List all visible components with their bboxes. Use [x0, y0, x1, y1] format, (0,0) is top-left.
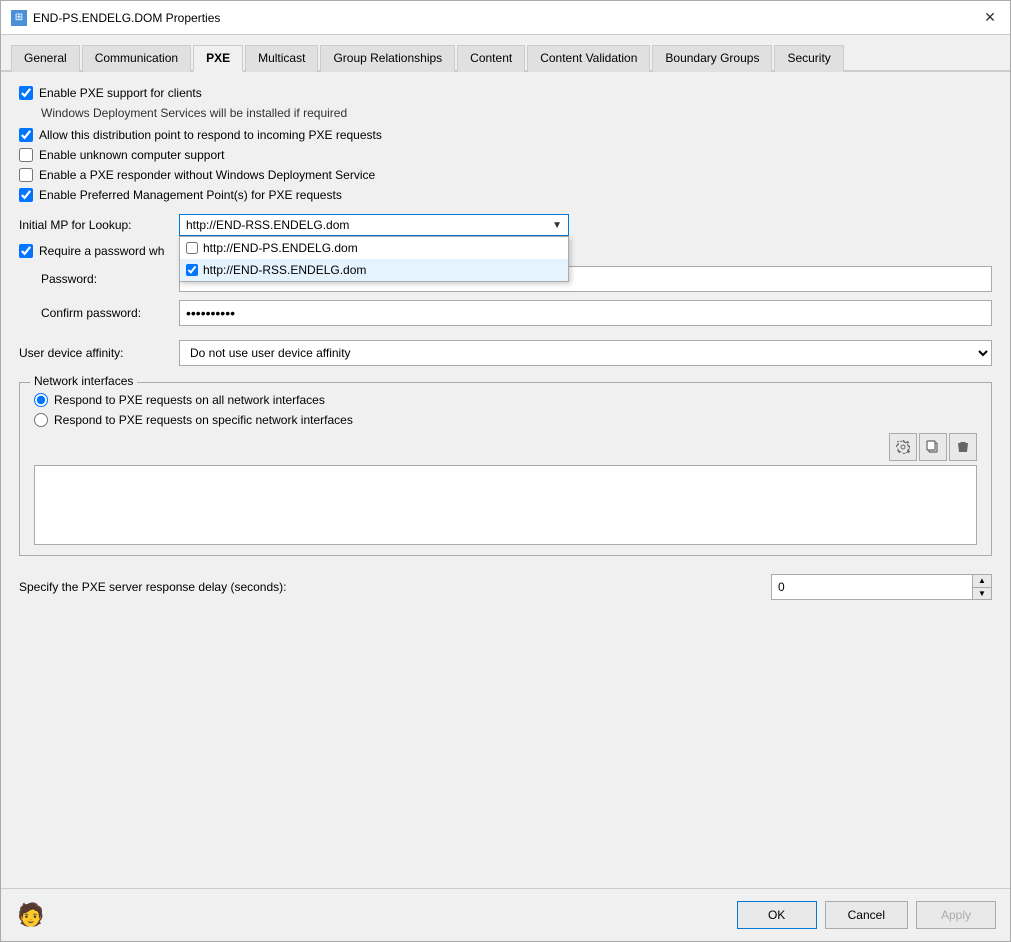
radio-all-label: Respond to PXE requests on all network i…	[54, 393, 325, 407]
copy-icon-btn[interactable]	[919, 433, 947, 461]
initial-mp-dropdown-list: http://END-PS.ENDELG.dom http://END-RSS.…	[179, 236, 569, 282]
delay-label: Specify the PXE server response delay (s…	[19, 580, 763, 594]
radio-specific-label: Respond to PXE requests on specific netw…	[54, 413, 353, 427]
title-bar: ⊞ END-PS.ENDELG.DOM Properties ✕	[1, 1, 1010, 35]
apply-button[interactable]: Apply	[916, 901, 996, 929]
user-affinity-label: User device affinity:	[19, 346, 179, 360]
enable-pxe-row: Enable PXE support for clients	[19, 86, 992, 100]
enable-preferred-label: Enable Preferred Management Point(s) for…	[39, 188, 342, 202]
pxe-content: Enable PXE support for clients Windows D…	[1, 72, 1010, 888]
enable-responder-checkbox[interactable]	[19, 168, 33, 182]
network-interfaces-group: Network interfaces Respond to PXE reques…	[19, 382, 992, 556]
tab-pxe[interactable]: PXE	[193, 45, 243, 72]
network-list	[34, 465, 977, 545]
enable-unknown-checkbox[interactable]	[19, 148, 33, 162]
allow-respond-checkbox[interactable]	[19, 128, 33, 142]
title-bar-left: ⊞ END-PS.ENDELG.DOM Properties	[11, 10, 220, 26]
spin-up-button[interactable]: ▲	[973, 575, 991, 587]
require-password-label: Require a password wh	[39, 244, 164, 258]
tab-boundary-groups[interactable]: Boundary Groups	[652, 45, 772, 72]
window-title: END-PS.ENDELG.DOM Properties	[33, 11, 220, 25]
tab-communication[interactable]: Communication	[82, 45, 191, 72]
ok-button[interactable]: OK	[737, 901, 817, 929]
initial-mp-row: Initial MP for Lookup: http://END-RSS.EN…	[19, 214, 992, 236]
initial-mp-value: http://END-RSS.ENDELG.dom	[186, 218, 349, 232]
enable-pxe-label: Enable PXE support for clients	[39, 86, 202, 100]
footer: 🧑 OK Cancel Apply	[1, 888, 1010, 941]
allow-respond-label: Allow this distribution point to respond…	[39, 128, 382, 142]
radio-all-interfaces[interactable]	[34, 393, 48, 407]
network-icon-toolbar	[34, 433, 977, 461]
tab-content-validation[interactable]: Content Validation	[527, 45, 650, 72]
user-icon: 🧑	[15, 899, 47, 931]
allow-respond-row: Allow this distribution point to respond…	[19, 128, 992, 142]
radio-specific-row: Respond to PXE requests on specific netw…	[34, 413, 977, 427]
delay-row: Specify the PXE server response delay (s…	[19, 574, 992, 600]
dropdown-item-0-label: http://END-PS.ENDELG.dom	[203, 241, 358, 255]
tab-general[interactable]: General	[11, 45, 80, 72]
wds-note: Windows Deployment Services will be inst…	[41, 106, 992, 120]
initial-mp-dropdown[interactable]: http://END-RSS.ENDELG.dom ▼	[179, 214, 569, 236]
dropdown-item-1-checkbox[interactable]	[186, 264, 198, 276]
gear-icon-btn[interactable]	[889, 433, 917, 461]
user-affinity-select[interactable]: Do not use user device affinity Allow us…	[179, 340, 992, 366]
tab-content[interactable]: Content	[457, 45, 525, 72]
dropdown-item-1[interactable]: http://END-RSS.ENDELG.dom	[180, 259, 568, 281]
password-label: Password:	[41, 272, 179, 286]
window-icon: ⊞	[11, 10, 27, 26]
tab-security[interactable]: Security	[774, 45, 843, 72]
confirm-password-row: Confirm password:	[19, 300, 992, 326]
delay-spinner-wrapper: ▲ ▼	[771, 574, 992, 600]
enable-preferred-checkbox[interactable]	[19, 188, 33, 202]
spin-down-button[interactable]: ▼	[973, 587, 991, 599]
spinner-buttons: ▲ ▼	[972, 575, 991, 599]
enable-unknown-label: Enable unknown computer support	[39, 148, 224, 162]
dropdown-item-0-checkbox[interactable]	[186, 242, 198, 254]
main-window: ⊞ END-PS.ENDELG.DOM Properties ✕ General…	[0, 0, 1011, 942]
network-interfaces-title: Network interfaces	[30, 374, 137, 388]
enable-pxe-checkbox[interactable]	[19, 86, 33, 100]
dropdown-item-0[interactable]: http://END-PS.ENDELG.dom	[180, 237, 568, 259]
close-button[interactable]: ✕	[980, 8, 1000, 28]
enable-unknown-row: Enable unknown computer support	[19, 148, 992, 162]
footer-left: 🧑	[15, 899, 47, 931]
initial-mp-dropdown-wrapper: http://END-RSS.ENDELG.dom ▼ http://END-P…	[179, 214, 569, 236]
tab-multicast[interactable]: Multicast	[245, 45, 318, 72]
user-affinity-row: User device affinity: Do not use user de…	[19, 340, 992, 366]
tab-group-relationships[interactable]: Group Relationships	[320, 45, 455, 72]
radio-specific-interfaces[interactable]	[34, 413, 48, 427]
delay-input[interactable]	[772, 577, 972, 597]
confirm-password-label: Confirm password:	[41, 306, 179, 320]
delete-icon-btn[interactable]	[949, 433, 977, 461]
confirm-password-input[interactable]	[179, 300, 992, 326]
enable-responder-label: Enable a PXE responder without Windows D…	[39, 168, 375, 182]
enable-preferred-row: Enable Preferred Management Point(s) for…	[19, 188, 992, 202]
require-password-checkbox[interactable]	[19, 244, 33, 258]
tabs-bar: General Communication PXE Multicast Grou…	[1, 35, 1010, 72]
enable-responder-row: Enable a PXE responder without Windows D…	[19, 168, 992, 182]
cancel-button[interactable]: Cancel	[825, 901, 908, 929]
initial-mp-label: Initial MP for Lookup:	[19, 218, 179, 232]
dropdown-item-1-label: http://END-RSS.ENDELG.dom	[203, 263, 366, 277]
radio-all-row: Respond to PXE requests on all network i…	[34, 393, 977, 407]
footer-right: OK Cancel Apply	[737, 901, 996, 929]
dropdown-arrow-icon: ▼	[552, 220, 562, 231]
